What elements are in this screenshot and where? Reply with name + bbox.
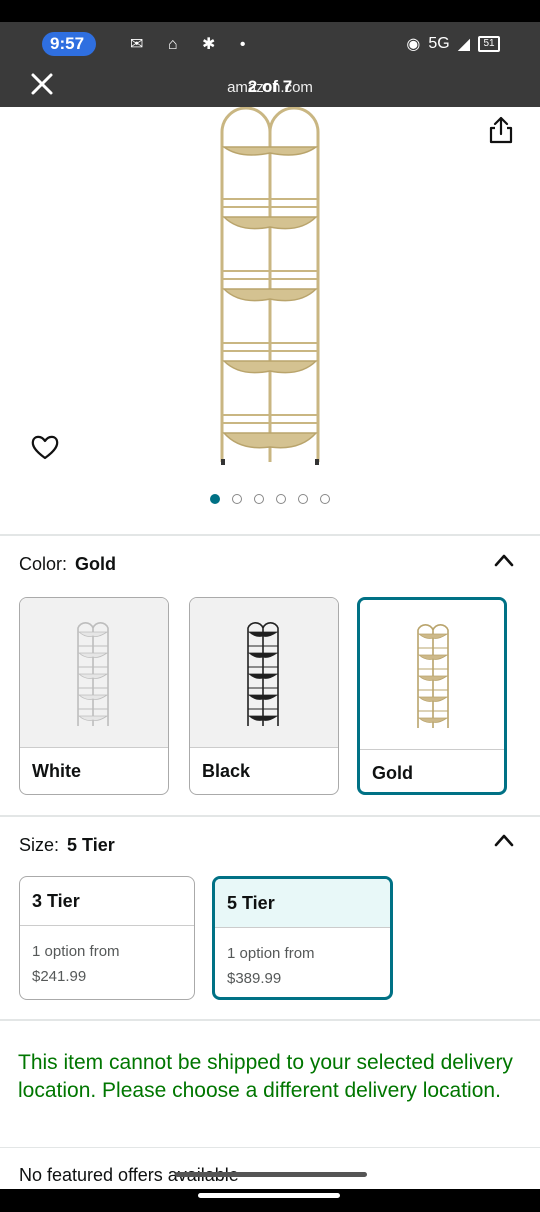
size-option-3-tier[interactable]: 3 Tier 1 option from $241.99 xyxy=(19,876,195,1000)
notification-icons: ✉ ⌂ ✱ • xyxy=(130,36,256,53)
divider xyxy=(0,815,540,817)
swatch-image xyxy=(20,598,168,748)
size-option-name: 5 Tier xyxy=(215,879,390,928)
page-content: Color: Gold White Black Gold Size: 5 Tier … xyxy=(0,107,540,1189)
shelf-thumbnail xyxy=(417,624,449,728)
divider xyxy=(0,1147,540,1148)
color-label-row: Color: Gold xyxy=(19,554,116,575)
gallery-dot[interactable] xyxy=(210,494,220,504)
gallery-dot[interactable] xyxy=(298,494,308,504)
swatch-label: White xyxy=(32,761,81,781)
shelf-thumbnail xyxy=(247,622,279,726)
chevron-up-icon[interactable] xyxy=(494,833,514,847)
status-time: 9:57 xyxy=(42,32,97,56)
gallery-dots xyxy=(0,494,540,504)
top-edge xyxy=(0,0,540,22)
size-label-row: Size: 5 Tier xyxy=(19,835,115,856)
divider xyxy=(0,534,540,536)
size-label: Size: xyxy=(19,835,60,855)
corner-shelf-image xyxy=(220,107,320,465)
color-label: Color: xyxy=(19,554,68,574)
chevron-up-icon[interactable] xyxy=(494,553,514,567)
gallery-dot[interactable] xyxy=(320,494,330,504)
size-selected: 5 Tier xyxy=(67,835,115,855)
signal-icon: ◉ xyxy=(406,36,421,53)
status-bar: 9:57 ✉ ⌂ ✱ • ◉ 5G ◢ 51 xyxy=(0,22,540,62)
shipping-warning: This item cannot be shipped to your sele… xyxy=(18,1051,513,1102)
shelf-thumbnail xyxy=(77,622,109,726)
swatch-label: Gold xyxy=(372,763,413,783)
size-option-caption: 1 option from xyxy=(227,945,315,962)
size-option-caption: 1 option from xyxy=(32,943,120,960)
share-icon[interactable] xyxy=(487,115,515,145)
color-option-gold[interactable]: Gold xyxy=(357,597,507,795)
image-counter: 2 of 7 xyxy=(247,77,293,96)
swatch-image xyxy=(360,600,504,750)
swatch-label: Black xyxy=(202,761,251,781)
status-right: ◉ 5G ◢ 51 xyxy=(406,34,500,54)
gallery-dot[interactable] xyxy=(232,494,242,504)
product-image[interactable] xyxy=(0,107,540,532)
browser-bar: amazon.com 2 of 7 xyxy=(0,62,540,107)
size-option-5-tier[interactable]: 5 Tier 1 option from $389.99 xyxy=(212,876,393,1000)
swatch-image xyxy=(190,598,338,748)
color-option-black[interactable]: Black xyxy=(189,597,339,795)
color-option-white[interactable]: White xyxy=(19,597,169,795)
home-indicator[interactable] xyxy=(198,1193,340,1198)
color-selected: Gold xyxy=(75,554,117,574)
scroll-indicator xyxy=(175,1172,367,1177)
battery-icon: 51 xyxy=(478,36,500,52)
size-option-price: $389.99 xyxy=(227,970,282,987)
heart-icon[interactable] xyxy=(30,433,60,461)
wifi-icon: ◢ xyxy=(457,36,470,53)
size-option-price: $241.99 xyxy=(32,968,87,985)
gallery-dot[interactable] xyxy=(254,494,264,504)
network-label: 5G xyxy=(428,35,450,52)
gallery-dot[interactable] xyxy=(276,494,286,504)
divider xyxy=(0,1019,540,1021)
size-option-name: 3 Tier xyxy=(20,877,194,926)
